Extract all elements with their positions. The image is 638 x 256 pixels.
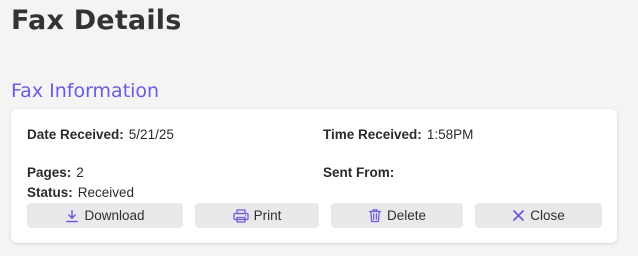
close-label: Close (530, 208, 565, 223)
print-button[interactable]: Print (195, 203, 319, 228)
print-label: Print (253, 208, 282, 223)
printer-icon (232, 208, 249, 223)
sent-from-field: Sent From: (323, 165, 399, 180)
date-received-field: Date Received: 5/21/25 (27, 127, 174, 142)
time-received-label: Time Received: (323, 127, 422, 142)
download-icon (65, 209, 79, 223)
time-received-value: 1:58PM (426, 127, 474, 142)
status-label: Status: (27, 185, 73, 200)
date-received-value: 5/21/25 (128, 127, 174, 142)
close-button[interactable]: Close (475, 203, 602, 228)
fax-info-card: Date Received: 5/21/25 Time Received: 1:58… (11, 109, 617, 243)
close-icon (512, 209, 525, 222)
delete-button[interactable]: Delete (331, 203, 463, 228)
time-received-field: Time Received: 1:58PM (323, 127, 473, 142)
page-title: Fax Details (11, 5, 182, 36)
delete-label: Delete (386, 208, 427, 223)
download-button[interactable]: Download (27, 203, 183, 228)
trash-icon (368, 208, 382, 223)
download-label: Download (84, 208, 145, 223)
pages-label: Pages: (27, 165, 72, 180)
status-value: Received (77, 185, 135, 200)
section-title: Fax Information (11, 80, 160, 102)
pages-value: 2 (76, 165, 84, 180)
pages-field: Pages: 2 (27, 165, 84, 180)
sent-from-label: Sent From: (323, 165, 395, 180)
status-field: Status: Received (27, 185, 134, 200)
date-received-label: Date Received: (27, 127, 124, 142)
